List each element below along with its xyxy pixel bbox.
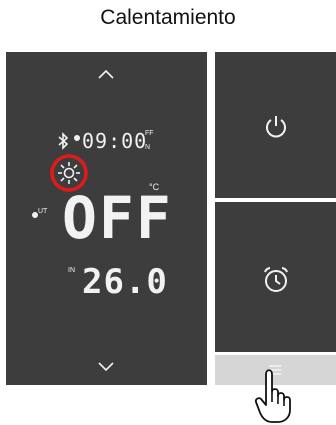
clock-suffix-top: FF [145,130,154,137]
alarm-clock-icon [264,267,288,292]
mode-readout: OFF [62,184,173,252]
thermostat-panel: 09:00 FF N UT OFF °C IN 26.0 [6,52,336,385]
indoor-temperature: 26.0 [82,262,168,302]
pointing-hand-icon [254,369,291,423]
lcd-display: 09:00 FF N UT OFF °C IN 26.0 [6,52,207,385]
bluetooth-icon [58,132,69,150]
mode-title: Calentamiento [100,6,236,29]
indoor-label: IN [68,267,75,274]
up-chevron-icon[interactable] [96,66,116,86]
mode-side-label: UT [38,208,48,215]
status-dot-icon [74,135,80,141]
clock-suffix-bottom: N [145,144,151,151]
down-chevron-icon[interactable] [96,355,116,375]
power-icon [266,116,286,138]
unit-label: °C [149,182,160,192]
alarm-button[interactable] [215,202,336,352]
power-button[interactable] [215,52,336,198]
